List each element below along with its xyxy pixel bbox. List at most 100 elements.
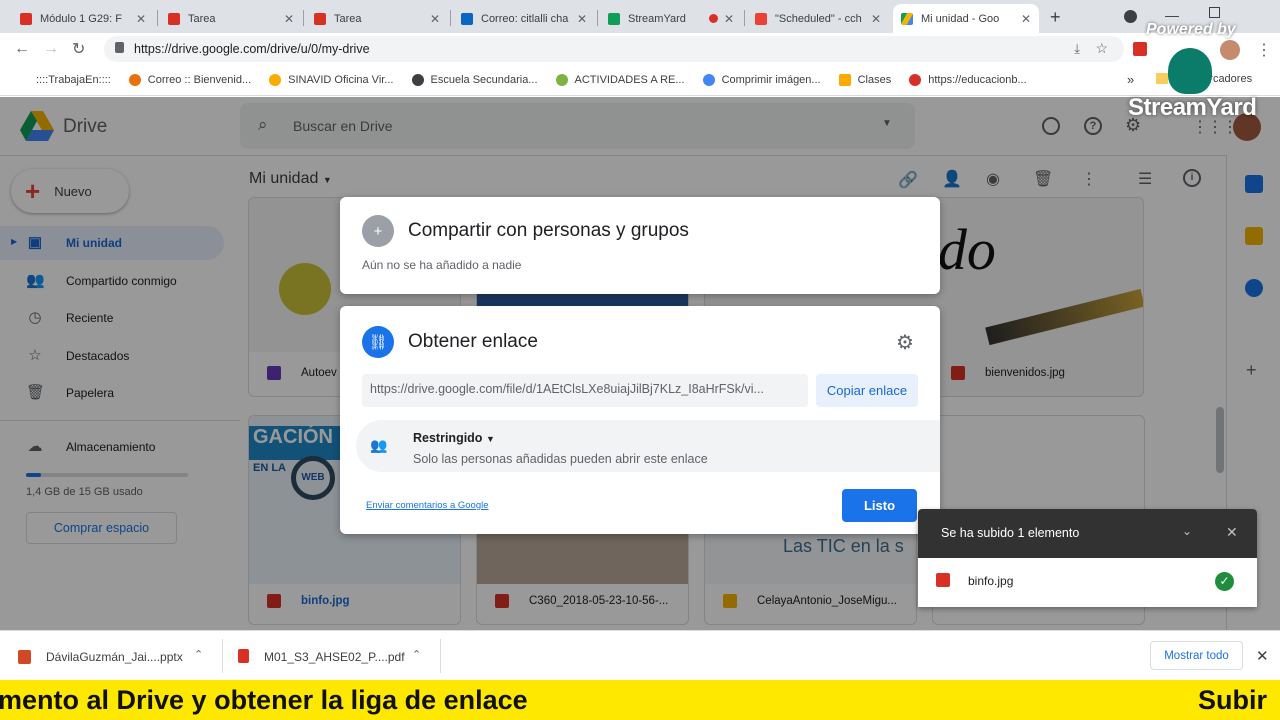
access-level-label: Restringido <box>413 431 483 445</box>
bookmark-item[interactable]: Correo :: Bienvenid... <box>128 74 252 86</box>
browser-tab[interactable]: Tarea ✕ <box>306 4 448 33</box>
bookmark-star-icon[interactable]: ☆ <box>1095 40 1108 57</box>
tab-title: Correo: citlalli cha <box>481 12 569 25</box>
browser-tab-active[interactable]: Mi unidad - Goo ✕ <box>893 4 1039 33</box>
tab-title: Módulo 1 G29: F <box>40 12 122 25</box>
access-description: Solo las personas añadidas pueden abrir … <box>413 452 708 466</box>
tab-separator <box>157 10 158 26</box>
tab-favicon-icon <box>168 12 180 25</box>
share-dialog-subtitle[interactable]: Aún no se ha añadido a nadie <box>362 258 521 272</box>
bookmark-label: Escuela Secundaria... <box>430 74 538 86</box>
toast-title: Se ha subido 1 elemento <box>941 526 1080 540</box>
bookmark-item[interactable]: ACTIVIDADES A RE... <box>555 74 685 86</box>
image-file-icon <box>936 573 950 587</box>
download-item[interactable]: M01_S3_AHSE02_P....pdf <box>264 650 405 664</box>
streamyard-duck-icon <box>1168 48 1212 94</box>
browser-tab[interactable]: Tarea ✕ <box>160 4 302 33</box>
bookmark-item[interactable]: SINAVID Oficina Vir... <box>269 74 394 86</box>
bookmark-label: Clases <box>857 74 892 86</box>
tab-separator <box>450 10 451 26</box>
link-icon: ⛓ <box>362 326 394 358</box>
bookmark-item[interactable]: ::::TrabajaEn:::: <box>36 74 111 86</box>
tab-favicon-icon <box>461 12 473 25</box>
close-tab-icon[interactable]: ✕ <box>284 12 294 26</box>
downloads-bar: DávilaGuzmán_Jai....pptx ⌃ M01_S3_AHSE02… <box>0 630 1280 680</box>
people-restricted-icon: 👥 <box>370 437 388 453</box>
install-icon[interactable]: ⤓ <box>1074 41 1080 57</box>
tab-title: StreamYard <box>628 12 686 25</box>
copy-link-button[interactable]: Copiar enlace <box>816 374 918 407</box>
tab-favicon-icon <box>20 12 32 25</box>
chevron-up-icon[interactable]: ⌃ <box>194 648 203 661</box>
maximize-icon[interactable] <box>1209 7 1220 18</box>
close-tab-icon[interactable]: ✕ <box>577 12 587 26</box>
browser-tab[interactable]: "Scheduled" - cch ✕ <box>747 4 889 33</box>
tab-title: Mi unidad - Goo <box>921 12 1000 25</box>
download-separator <box>222 639 223 673</box>
back-icon[interactable]: ← <box>14 40 30 58</box>
bookmark-favicon-icon <box>909 74 922 86</box>
browser-tab-strip: Módulo 1 G29: F ✕ Tarea ✕ Tarea ✕ Correo… <box>0 0 1280 33</box>
bookmark-label: https://educacionb... <box>928 74 1027 86</box>
close-tab-icon[interactable]: ✕ <box>724 12 734 26</box>
bookmark-item[interactable]: Comprimir imágen... <box>702 74 821 86</box>
bookmark-label: ACTIVIDADES A RE... <box>574 74 685 86</box>
close-tab-icon[interactable]: ✕ <box>871 12 881 26</box>
pptx-file-icon <box>18 650 31 664</box>
done-button[interactable]: Listo <box>842 489 917 522</box>
tab-favicon-icon <box>608 12 620 25</box>
access-level-dropdown[interactable]: Restringido ▼ <box>413 431 495 445</box>
tab-title: "Scheduled" - cch <box>775 12 862 25</box>
download-separator <box>440 639 441 673</box>
dropdown-arrow-icon: ▼ <box>485 434 495 444</box>
bookmark-label: Correo :: Bienvenid... <box>147 74 252 86</box>
forward-icon[interactable]: → <box>43 40 59 58</box>
bookmark-favicon-icon <box>128 74 141 86</box>
globe-icon <box>411 74 424 86</box>
tab-favicon-icon <box>755 12 767 25</box>
close-tab-icon[interactable]: ✕ <box>1021 12 1031 26</box>
bookmarks-bar: ::::TrabajaEn:::: Correo :: Bienvenid...… <box>0 65 1280 96</box>
link-url-field[interactable]: https://drive.google.com/file/d/1AEtClsL… <box>362 374 808 407</box>
close-icon[interactable]: ✕ <box>1226 524 1238 541</box>
banner-text-right: Subir <box>1198 685 1268 715</box>
reload-icon[interactable]: ↻ <box>72 39 85 59</box>
share-dialog: + Compartir con personas y grupos Aún no… <box>340 197 940 294</box>
bookmark-label: SINAVID Oficina Vir... <box>288 74 394 86</box>
bookmark-favicon-icon <box>269 74 282 86</box>
address-bar[interactable]: https://drive.google.com/drive/u/0/my-dr… <box>104 36 1124 62</box>
heart-icon <box>702 74 715 86</box>
close-tab-icon[interactable]: ✕ <box>430 12 440 26</box>
feedback-link[interactable]: Enviar comentarios a Google <box>366 500 489 511</box>
chevron-up-icon[interactable]: ⌃ <box>412 648 421 661</box>
banner-text: mento al Drive y obtener la liga de enla… <box>0 685 528 715</box>
bookmark-item[interactable]: Clases <box>838 74 892 86</box>
close-downloads-icon[interactable]: ✕ <box>1256 647 1269 665</box>
drive-favicon-icon <box>901 12 913 25</box>
streamyard-brand: StreamYard <box>1128 94 1257 121</box>
access-row[interactable]: 👥 Restringido ▼ Solo las personas añadid… <box>356 420 940 472</box>
tab-favicon-icon <box>314 12 326 25</box>
streamyard-watermark: Powered by StreamYard <box>1120 18 1280 128</box>
close-tab-icon[interactable]: ✕ <box>136 12 146 26</box>
browser-tab[interactable]: StreamYard ✕ <box>600 4 742 33</box>
browser-toolbar: ← → ↻ https://drive.google.com/drive/u/0… <box>0 33 1280 65</box>
download-item[interactable]: DávilaGuzmán_Jai....pptx <box>46 650 183 664</box>
collapse-icon[interactable]: ⌄ <box>1182 524 1192 538</box>
browser-tab[interactable]: Correo: citlalli cha ✕ <box>453 4 595 33</box>
bookmark-favicon-icon <box>555 74 568 86</box>
link-settings-gear-icon[interactable]: ⚙ <box>896 330 914 355</box>
caption-banner: mento al Drive y obtener la liga de enla… <box>0 680 1280 720</box>
bookmark-item[interactable]: https://educacionb... <box>909 74 1027 86</box>
bookmark-favicon-icon <box>838 74 851 86</box>
tab-title: Tarea <box>334 12 362 25</box>
browser-tab[interactable]: Módulo 1 G29: F ✕ <box>12 4 154 33</box>
bookmark-label: Comprimir imágen... <box>721 74 821 86</box>
new-tab-button[interactable]: + <box>1050 7 1061 28</box>
uploaded-file-name[interactable]: binfo.jpg <box>968 574 1013 588</box>
tab-separator <box>597 10 598 26</box>
address-url: https://drive.google.com/drive/u/0/my-dr… <box>134 42 370 56</box>
show-all-button[interactable]: Mostrar todo <box>1150 641 1243 670</box>
upload-toast: Se ha subido 1 elemento ⌄ ✕ binfo.jpg ✓ <box>918 509 1257 607</box>
bookmark-item[interactable]: Escuela Secundaria... <box>411 74 538 86</box>
